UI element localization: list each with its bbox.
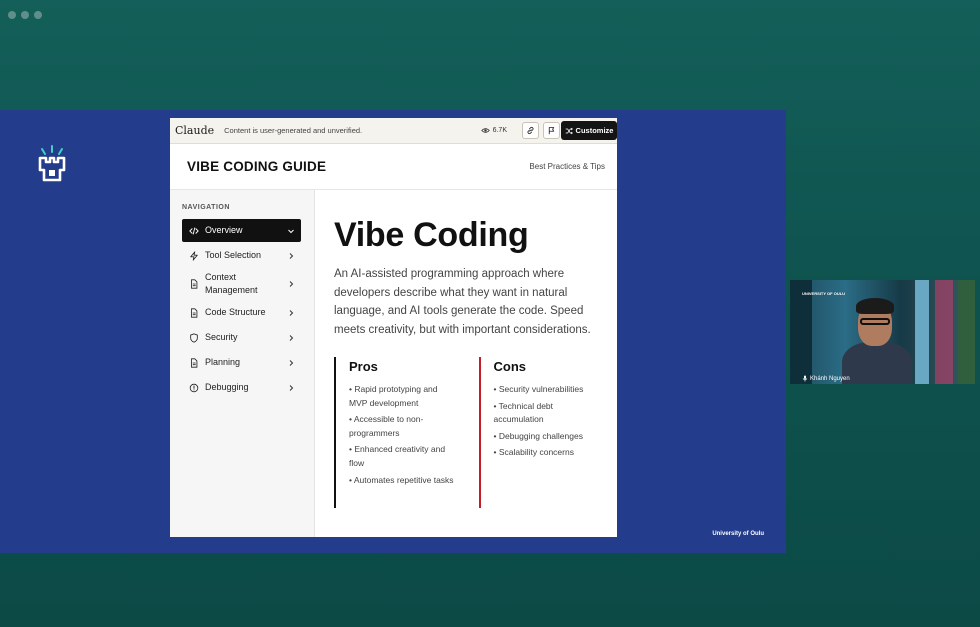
nav-item-overview[interactable]: Overview <box>182 219 301 242</box>
video-background-stripe <box>935 280 953 384</box>
list-item: • Technical debt accumulation <box>493 400 554 425</box>
content-notice: Content is user-generated and unverified… <box>224 126 363 135</box>
chevron-right-icon <box>289 309 294 316</box>
flag-icon <box>548 127 555 135</box>
customize-button[interactable]: Customize <box>561 121 617 140</box>
eye-icon <box>480 128 490 133</box>
chevron-right-icon <box>289 281 294 287</box>
chevron-right-icon <box>289 252 294 259</box>
code-icon <box>189 227 199 234</box>
claude-artifact-window: Claude Content is user-generated and unv… <box>170 118 617 537</box>
participant-glasses <box>860 318 890 325</box>
window-dot-1[interactable] <box>8 11 16 19</box>
guide-body: NAVIGATION Overview Tool Selection Conte… <box>170 190 617 537</box>
cons-title: Cons <box>493 358 527 374</box>
participant-name-label: Khánh Nguyen <box>802 375 850 382</box>
cons-column: Cons • Security vulnerabilities • Techni… <box>478 356 600 508</box>
nav-label: Security <box>205 331 238 342</box>
list-item: • Automates repetitive tasks <box>349 474 454 485</box>
shield-icon <box>190 332 198 343</box>
participant-hair <box>856 298 894 314</box>
document-icon <box>191 279 198 289</box>
guide-header: VIBE CODING GUIDE Best Practices & Tips <box>170 144 617 190</box>
participant-body <box>842 342 912 384</box>
video-background-stripe <box>958 280 975 384</box>
list-item: • Debugging challenges <box>493 430 583 441</box>
participant-badge: UNIVERSITY OF OULU <box>802 291 846 296</box>
list-item: • Security vulnerabilities <box>493 383 584 394</box>
chevron-down-icon <box>288 229 294 233</box>
pros-cons: Pros • Rapid prototyping and MVP develop… <box>334 356 600 508</box>
nav-heading: NAVIGATION <box>182 204 230 211</box>
university-logo-icon <box>38 145 66 182</box>
chevron-right-icon <box>289 334 294 341</box>
customize-label: Customize <box>575 126 614 135</box>
nav-label: Code Structure <box>205 306 266 317</box>
shared-screen: Claude Content is user-generated and unv… <box>0 110 786 553</box>
document-icon <box>191 307 198 318</box>
list-item: • Accessible to non-programmers <box>349 414 424 438</box>
claude-brand[interactable]: Claude <box>175 124 214 137</box>
window-dot-2[interactable] <box>21 11 29 19</box>
chevron-right-icon <box>289 359 294 366</box>
participant-video-tile[interactable]: UNIVERSITY OF OULU Khánh Nguyen <box>790 280 975 384</box>
nav-item-planning[interactable]: Planning <box>182 351 301 374</box>
guide-subtitle: Best Practices & Tips <box>529 162 605 171</box>
view-count: 6.7K <box>480 126 507 135</box>
shuffle-icon <box>565 127 573 134</box>
link-icon <box>527 126 534 135</box>
list-item: • Enhanced creativity and flow <box>349 444 446 468</box>
pros-title: Pros <box>349 358 378 374</box>
nav-label: Overview <box>205 224 243 235</box>
chevron-right-icon <box>289 384 294 391</box>
nav-item-tool-selection[interactable]: Tool Selection <box>182 244 301 267</box>
main-content: Vibe Coding An AI-assisted programming a… <box>315 190 617 537</box>
document-icon <box>191 357 198 368</box>
pros-list: • Rapid prototyping and MVP development … <box>349 383 455 487</box>
list-item: • Scalability concerns <box>493 447 574 458</box>
nav-label: Planning <box>205 356 241 367</box>
nav-item-context-management[interactable]: Context Management <box>182 269 301 299</box>
sidebar-navigation: NAVIGATION Overview Tool Selection Conte… <box>170 190 315 537</box>
page-title: Vibe Coding <box>334 216 529 254</box>
participant-name: Khánh Nguyen <box>810 375 850 382</box>
nav-label: Tool Selection <box>205 249 262 260</box>
alert-circle-icon <box>189 383 199 392</box>
presentation-footer: University of Oulu <box>712 531 764 537</box>
list-item: • Rapid prototyping and MVP development <box>349 383 438 408</box>
cons-list: • Security vulnerabilities • Technical d… <box>494 383 600 460</box>
video-background-stripe <box>915 280 929 384</box>
intro-paragraph: An AI-assisted programming approach wher… <box>334 268 591 337</box>
microphone-icon <box>802 375 808 382</box>
guide-title: VIBE CODING GUIDE <box>187 159 327 174</box>
view-count-value: 6.7K <box>492 127 507 134</box>
window-dot-3[interactable] <box>34 11 42 19</box>
window-controls <box>8 11 42 19</box>
claude-toolbar: Claude Content is user-generated and unv… <box>170 118 617 144</box>
nav-label: Context Management <box>205 271 258 296</box>
nav-item-debugging[interactable]: Debugging <box>182 376 301 399</box>
report-button[interactable] <box>543 122 560 139</box>
nav-label: Debugging <box>205 381 249 392</box>
lightning-icon <box>190 250 198 261</box>
nav-item-security[interactable]: Security <box>182 326 301 349</box>
nav-item-code-structure[interactable]: Code Structure <box>182 301 301 324</box>
pros-column: Pros • Rapid prototyping and MVP develop… <box>334 356 455 508</box>
copy-link-button[interactable] <box>522 122 539 139</box>
